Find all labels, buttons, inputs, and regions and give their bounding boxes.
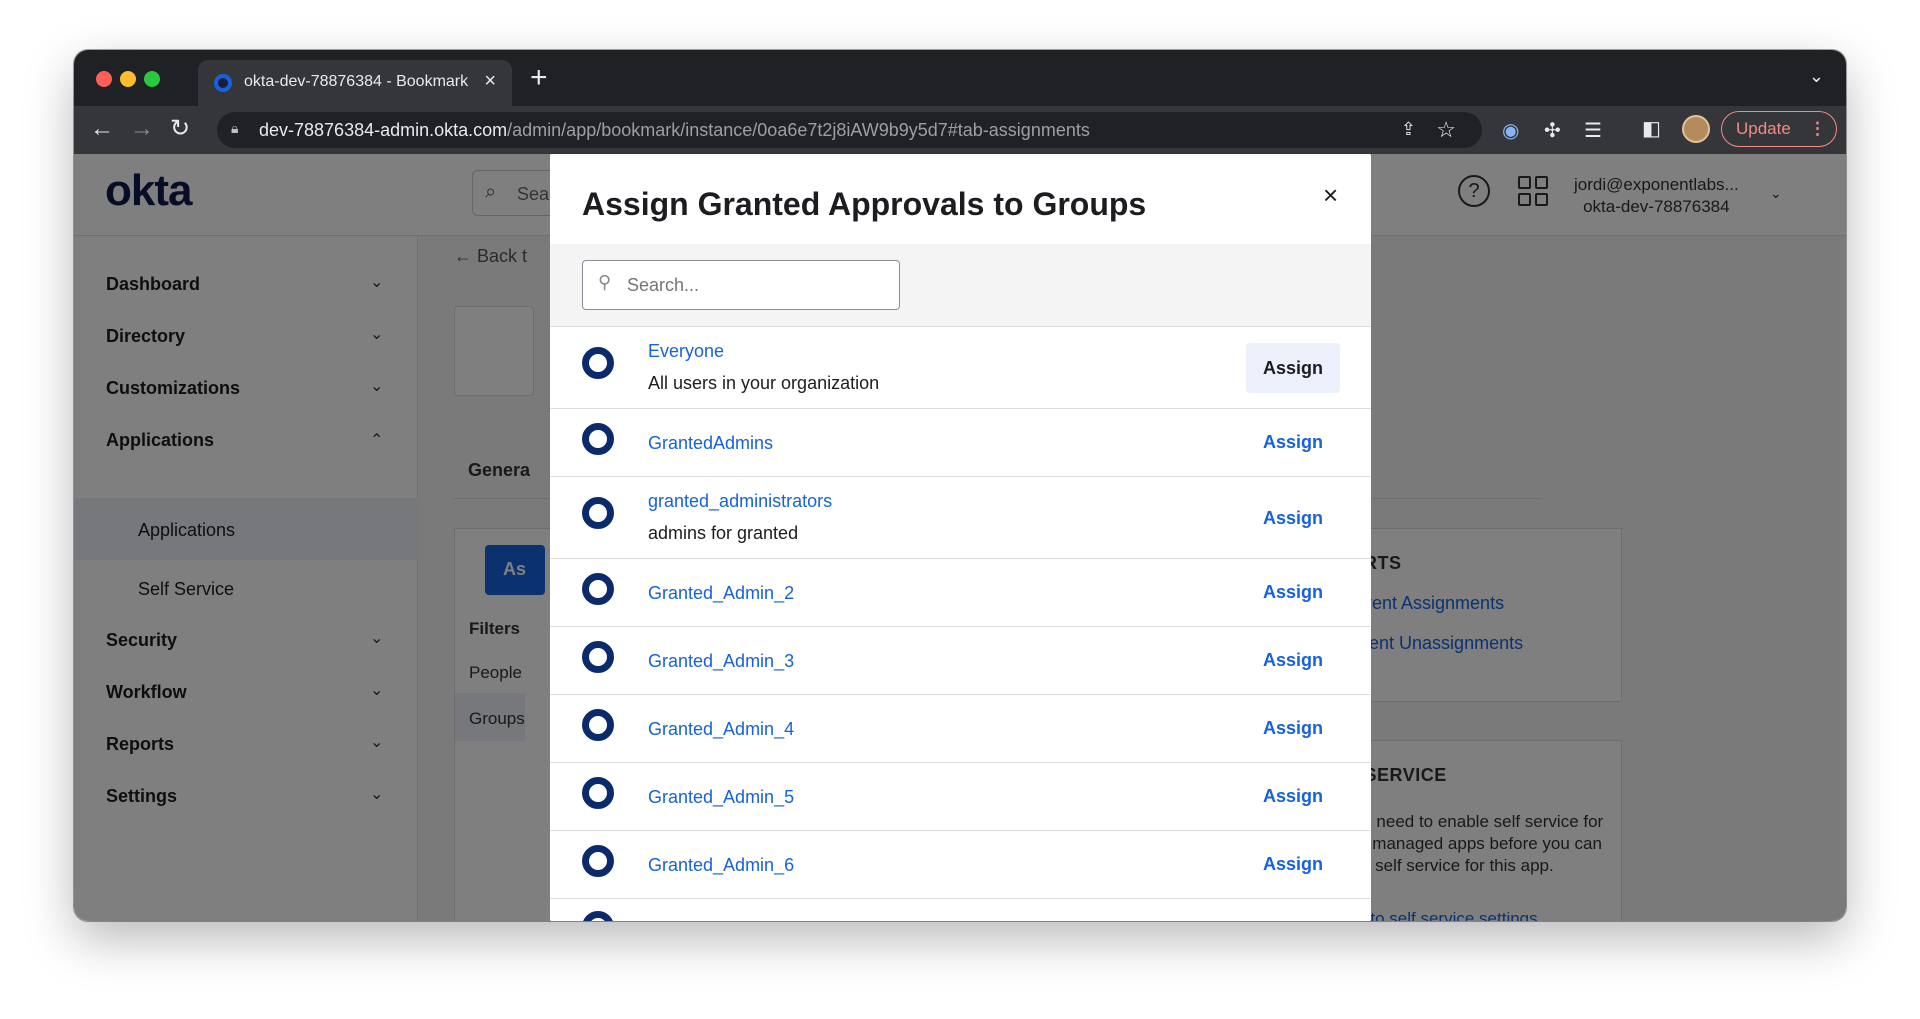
new-tab-button[interactable]: + <box>530 60 548 96</box>
group-row-granted-admin-2: Granted_Admin_2 Assign <box>550 559 1371 627</box>
minimize-window-button[interactable] <box>120 71 136 87</box>
group-row-granted-administrators: granted_administrators admins for grante… <box>550 477 1371 559</box>
group-name[interactable]: granted_administrators <box>648 491 832 512</box>
extensions-puzzle-icon[interactable]: ✣ <box>1544 118 1561 143</box>
group-description: All users in your organization <box>648 373 880 393</box>
assign-group-button[interactable]: Assign <box>1246 635 1340 685</box>
profile-avatar[interactable] <box>1682 115 1710 143</box>
group-row-granted-admin-4: Granted_Admin_4 Assign <box>550 695 1371 763</box>
extension-g-icon[interactable]: ◉ <box>1502 118 1519 143</box>
group-row-everyone: Everyone All users in your organization … <box>550 327 1371 409</box>
more-menu-icon[interactable]: ⋮ <box>1809 112 1826 146</box>
tab-close-icon[interactable]: × <box>484 70 496 93</box>
modal-search-bar <box>550 244 1371 327</box>
assign-group-button[interactable]: Assign <box>1246 567 1340 617</box>
media-queue-icon[interactable]: ☰ <box>1584 118 1602 143</box>
maximize-window-button[interactable] <box>144 71 160 87</box>
group-name[interactable]: Granted_Admin_5 <box>648 787 794 808</box>
search-icon: ⚲ <box>598 272 612 292</box>
side-panel-icon[interactable]: ◧ <box>1642 116 1661 141</box>
back-arrow-icon[interactable]: ← <box>90 114 114 144</box>
forward-arrow-icon[interactable]: → <box>130 114 154 144</box>
okta-favicon-icon <box>214 74 232 92</box>
update-button[interactable]: Update ⋮ <box>1721 111 1837 147</box>
url-text: dev-78876384-admin.okta.com/admin/app/bo… <box>259 120 1090 140</box>
assign-group-button[interactable]: Assign <box>1246 703 1340 753</box>
modal-header: Assign Granted Approvals to Groups × <box>550 154 1371 244</box>
tab-list-chevron-icon[interactable]: ⌄ <box>1809 66 1824 87</box>
assign-group-button[interactable]: Assign <box>1246 771 1340 821</box>
address-bar[interactable]: 🔒︎ dev-78876384-admin.okta.com/admin/app… <box>217 112 1482 148</box>
tab-bar: okta-dev-78876384 - Bookmark × + ⌄ <box>74 50 1846 106</box>
group-ring-icon <box>582 497 614 529</box>
group-name[interactable]: Everyone <box>648 341 724 362</box>
group-row-grantedadmins: GrantedAdmins Assign <box>550 409 1371 477</box>
group-name[interactable]: Granted_Admin_2 <box>648 583 794 604</box>
group-ring-icon <box>582 641 614 673</box>
assign-group-button[interactable]: Assign <box>1246 417 1340 467</box>
group-row-granted-admin-5: Granted_Admin_5 Assign <box>550 763 1371 831</box>
group-ring-icon <box>582 845 614 877</box>
update-label: Update <box>1736 119 1791 138</box>
share-icon[interactable]: ⇪ <box>1401 119 1416 140</box>
group-row-partial <box>550 899 1371 921</box>
group-name[interactable]: Granted_Admin_3 <box>648 651 794 672</box>
group-row-granted-admin-6: Granted_Admin_6 Assign <box>550 831 1371 899</box>
group-description: admins for granted <box>648 523 799 543</box>
close-window-button[interactable] <box>96 71 112 87</box>
assign-group-button[interactable]: Assign <box>1246 839 1340 889</box>
group-name[interactable]: GrantedAdmins <box>648 433 773 454</box>
group-search-input[interactable] <box>582 260 900 310</box>
close-icon[interactable]: × <box>1323 180 1338 211</box>
group-ring-icon <box>582 347 614 379</box>
group-ring-icon <box>582 911 614 921</box>
browser-window: okta-dev-78876384 - Bookmark × + ⌄ ← → ↻… <box>74 50 1846 921</box>
group-name[interactable]: Granted_Admin_6 <box>648 855 794 876</box>
reload-icon[interactable]: ↻ <box>170 114 190 144</box>
bookmark-star-icon[interactable]: ☆ <box>1436 117 1456 143</box>
group-row-granted-admin-3: Granted_Admin_3 Assign <box>550 627 1371 695</box>
group-name[interactable]: Granted_Admin_4 <box>648 719 794 740</box>
modal-title: Assign Granted Approvals to Groups <box>582 186 1147 222</box>
assign-groups-modal: Assign Granted Approvals to Groups × ⚲ E… <box>550 154 1371 921</box>
assign-group-button[interactable]: Assign <box>1246 493 1340 543</box>
group-ring-icon <box>582 709 614 741</box>
group-ring-icon <box>582 777 614 809</box>
assign-group-button[interactable]: Assign <box>1246 343 1340 393</box>
tab-title: okta-dev-78876384 - Bookmark <box>244 73 469 90</box>
browser-toolbar: ← → ↻ 🔒︎ dev-78876384-admin.okta.com/adm… <box>74 106 1846 154</box>
lock-icon: 🔒︎ <box>231 120 239 136</box>
group-ring-icon <box>582 423 614 455</box>
group-ring-icon <box>582 573 614 605</box>
browser-tab[interactable]: okta-dev-78876384 - Bookmark × <box>198 60 512 106</box>
